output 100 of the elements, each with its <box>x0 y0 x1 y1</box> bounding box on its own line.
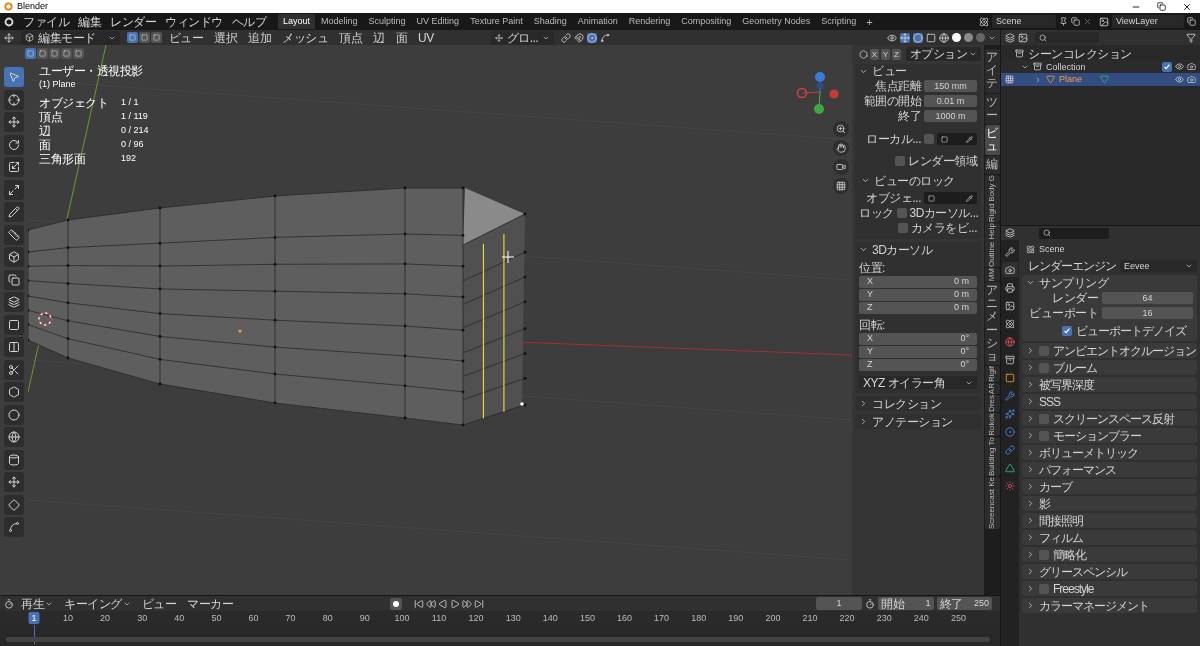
menu-item[interactable]: UV <box>414 30 438 45</box>
menu-item[interactable]: レンダー <box>106 14 160 29</box>
camera-icon[interactable] <box>1187 62 1196 71</box>
fast-forward-icon[interactable] <box>462 598 472 609</box>
checkbox[interactable] <box>895 156 905 166</box>
value-field[interactable]: Y 0 m <box>859 289 977 301</box>
checkbox[interactable] <box>1039 345 1049 356</box>
chevron-right-icon[interactable] <box>1026 380 1035 389</box>
panel-title[interactable]: パフォーマンス <box>1039 462 1116 477</box>
workspace-tab[interactable]: Layout <box>278 14 316 29</box>
proportional-edit-icon[interactable] <box>587 32 598 43</box>
select-mode-button[interactable] <box>150 32 162 43</box>
workspace-tab[interactable]: Texture Paint <box>465 14 528 29</box>
engine-dropdown[interactable]: Eevee <box>1120 260 1197 272</box>
panel-title[interactable]: ビュー <box>872 64 907 78</box>
sidebar-tab[interactable]: アイテ <box>984 49 1000 93</box>
chevron-right-icon[interactable] <box>1026 584 1035 593</box>
chevron-right-icon[interactable] <box>1026 431 1035 440</box>
chevron-right-icon[interactable] <box>1026 482 1035 491</box>
tool-button[interactable] <box>4 427 24 447</box>
eye-icon[interactable] <box>1175 62 1184 71</box>
value-field[interactable]: Z 0° <box>859 359 977 371</box>
material-shading-icon[interactable] <box>964 33 973 42</box>
camera-view-button[interactable] <box>833 159 849 175</box>
panel-header[interactable]: アンビエントオクルージョン <box>1022 343 1197 358</box>
panel-header[interactable]: Freestyle <box>1022 581 1197 596</box>
tool-button[interactable] <box>4 157 24 177</box>
overlay-toggle-icon[interactable] <box>913 32 923 43</box>
tool-button[interactable] <box>4 472 24 492</box>
editor-type-icon[interactable] <box>4 598 14 609</box>
tool-button[interactable] <box>4 269 24 290</box>
value-field[interactable]: 150 mm <box>924 80 977 92</box>
start-frame-field[interactable]: 開始 1 <box>878 597 934 610</box>
copy-icon[interactable] <box>1187 17 1196 26</box>
sidebar-tab[interactable]: ツー <box>984 93 1000 124</box>
play-icon[interactable] <box>450 598 460 609</box>
menu-item[interactable]: 面 <box>391 30 411 45</box>
panel-title[interactable]: カラーマネージメント <box>1039 598 1149 613</box>
chevron-right-icon[interactable] <box>1034 75 1042 84</box>
checkbox[interactable] <box>1039 413 1049 424</box>
workspace-tab[interactable]: Scripting <box>816 14 862 29</box>
menu-item[interactable]: 再生 <box>17 596 57 611</box>
xray-icon[interactable] <box>926 32 936 43</box>
jump-start-icon[interactable] <box>414 598 424 609</box>
object-field[interactable] <box>937 133 977 145</box>
chevron-right-icon[interactable] <box>1026 465 1035 474</box>
tool-button[interactable] <box>4 404 24 425</box>
value-field[interactable]: 16 <box>1102 307 1193 319</box>
navigation-gizmo-drawing[interactable] <box>796 70 840 116</box>
sidebar-tab[interactable]: Rokok <box>984 413 1000 436</box>
select-mode-button[interactable] <box>138 32 150 43</box>
sidebar-tab[interactable]: Rigid Body G <box>984 174 1000 222</box>
sidebar-tab[interactable]: 編 <box>984 156 1000 174</box>
menu-item[interactable]: 頂点 <box>335 30 366 45</box>
tool-button[interactable] <box>4 134 24 155</box>
tool-button[interactable] <box>4 359 24 380</box>
search-field[interactable] <box>1035 32 1099 43</box>
mirror-icon[interactable] <box>859 49 868 59</box>
menu-item[interactable]: ヘルプ <box>227 14 270 29</box>
chevron-right-icon[interactable] <box>1026 414 1035 423</box>
rotation-mode-dropdown[interactable]: XYZ オイラー角 <box>859 376 977 389</box>
menu-item[interactable]: マーカー <box>183 596 237 611</box>
checkbox[interactable] <box>896 208 907 218</box>
selection-mode-button[interactable] <box>37 48 48 59</box>
checkbox[interactable] <box>1039 583 1049 594</box>
panel-header[interactable]: SSS <box>1022 394 1197 409</box>
workspace-tab[interactable]: UV Editing <box>411 14 465 29</box>
panel-title[interactable]: 影 <box>1039 496 1050 511</box>
checkbox[interactable] <box>924 134 934 144</box>
properties-tab[interactable] <box>1002 478 1018 493</box>
panel-header[interactable]: ボリューメトリック <box>1022 445 1197 460</box>
pin-icon[interactable] <box>1059 17 1068 26</box>
panel-title[interactable]: グリースペンシル <box>1039 564 1127 579</box>
workspace-tab[interactable]: Animation <box>572 14 623 29</box>
falloff-icon[interactable] <box>600 32 611 43</box>
menu-item[interactable]: 辺 <box>369 30 389 45</box>
rewind-icon[interactable] <box>426 598 436 609</box>
eyedropper-icon[interactable] <box>966 194 973 202</box>
panel-header[interactable]: アノテーション <box>855 414 981 429</box>
selection-mode-button[interactable] <box>73 48 84 59</box>
workspace-tab[interactable]: Rendering <box>623 14 676 29</box>
panel-header[interactable]: フィルム <box>1022 530 1197 545</box>
scrollbar[interactable] <box>6 637 990 642</box>
panel-header[interactable]: カーブ <box>1022 479 1197 494</box>
camera-icon[interactable] <box>1187 75 1196 84</box>
panel-header[interactable]: コレクション <box>855 396 981 411</box>
panel-header[interactable]: モーションブラー <box>1022 428 1197 443</box>
panel-header[interactable]: 間接照明 <box>1022 513 1197 528</box>
scene-field[interactable]: Scene <box>992 15 1056 28</box>
properties-tab[interactable] <box>1002 244 1018 259</box>
tool-button[interactable] <box>4 202 24 222</box>
panel-header[interactable]: グリースペンシル <box>1022 564 1197 579</box>
visibility-icon[interactable] <box>887 32 897 43</box>
value-field[interactable]: X 0 m <box>859 276 977 288</box>
chevron-right-icon[interactable] <box>1026 601 1035 610</box>
copy-icon[interactable] <box>1071 17 1080 26</box>
value-field[interactable]: 0.01 m <box>924 95 977 107</box>
tool-button[interactable] <box>4 449 24 470</box>
tool-button[interactable] <box>4 179 24 200</box>
tool-button[interactable] <box>4 247 24 267</box>
